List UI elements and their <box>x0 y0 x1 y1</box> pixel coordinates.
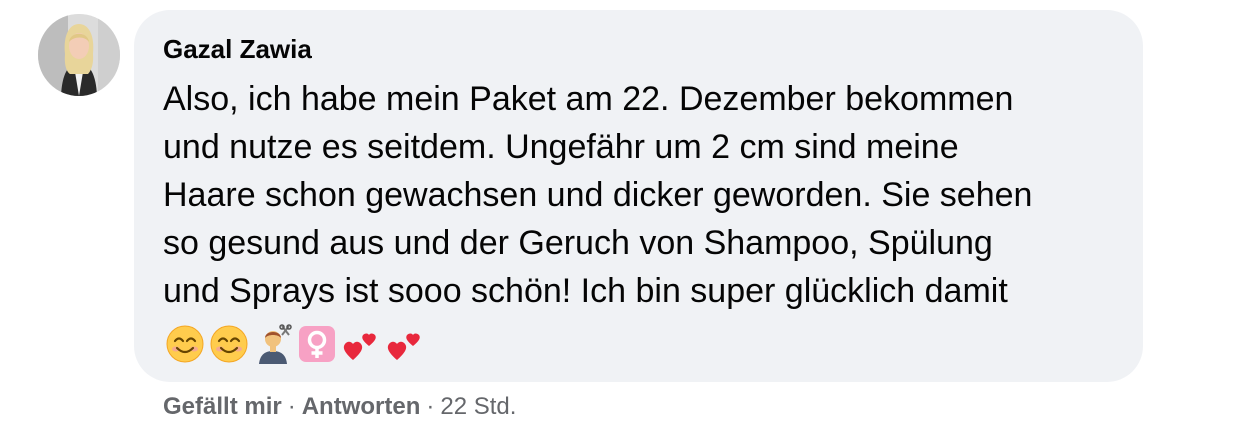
comment-line: Haare schon gewachsen und dicker geworde… <box>163 176 1033 214</box>
comment-actions: Gefällt mir · Antworten · 22 Std. <box>163 393 516 421</box>
two-hearts-icon <box>343 333 376 360</box>
comment-text: Also, ich habe mein Paket am 22. Dezembe… <box>163 75 1128 315</box>
person-getting-haircut-icon <box>259 324 292 364</box>
like-button[interactable]: Gefällt mir <box>163 393 282 420</box>
comment-line: und Sprays ist sooo schön! Ich bin super… <box>163 272 1008 310</box>
separator: · <box>426 393 435 420</box>
comment-line: so gesund aus und der Geruch von Shampoo… <box>163 224 993 262</box>
separator: · <box>287 393 296 420</box>
reply-button[interactable]: Antworten <box>302 393 421 420</box>
comment-line: und nutze es seitdem. Ungefähr um 2 cm s… <box>163 128 959 166</box>
timestamp[interactable]: 22 Std. <box>440 393 516 420</box>
two-hearts-icon <box>387 333 420 360</box>
profile-photo <box>38 14 120 96</box>
comment-author[interactable]: Gazal Zawia <box>163 34 312 65</box>
female-sign-icon <box>299 326 335 362</box>
comment-emojis <box>165 322 425 366</box>
smiling-face-with-smiling-eyes-icon <box>166 325 204 363</box>
comment-line: Also, ich habe mein Paket am 22. Dezembe… <box>163 80 1014 118</box>
avatar[interactable] <box>38 14 120 96</box>
smiling-face-with-smiling-eyes-icon <box>210 325 248 363</box>
